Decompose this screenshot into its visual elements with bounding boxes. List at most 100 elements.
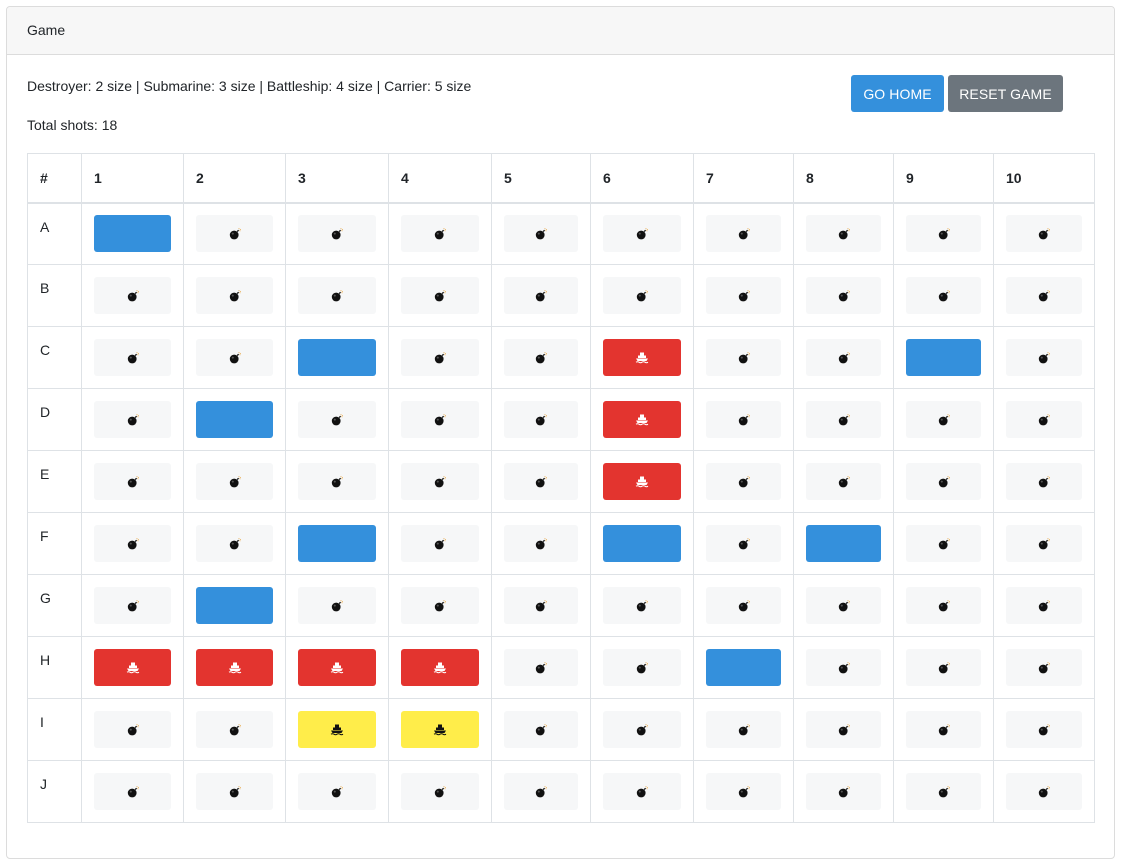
cell-button-d3[interactable] [298, 401, 376, 438]
cell-button-a7[interactable] [706, 215, 781, 253]
cell-miss-f6[interactable] [603, 525, 681, 562]
cell-button-i9[interactable] [906, 711, 981, 748]
cell-button-e4[interactable] [401, 463, 479, 500]
cell-miss-f8[interactable] [806, 525, 881, 562]
cell-miss-f3[interactable] [298, 525, 376, 562]
cell-button-c4[interactable] [401, 339, 479, 376]
cell-button-c8[interactable] [806, 339, 881, 376]
cell-button-b6[interactable] [603, 277, 681, 314]
cell-button-e1[interactable] [94, 463, 171, 500]
cell-hit-c6[interactable] [603, 339, 681, 376]
cell-button-e10[interactable] [1006, 463, 1082, 500]
cell-hit-d6[interactable] [603, 401, 681, 438]
cell-button-g1[interactable] [94, 587, 171, 624]
cell-button-g4[interactable] [401, 587, 479, 624]
cell-button-i6[interactable] [603, 711, 681, 748]
cell-button-i5[interactable] [504, 711, 578, 748]
cell-button-c7[interactable] [706, 339, 781, 376]
cell-button-i2[interactable] [196, 711, 273, 748]
cell-button-b3[interactable] [298, 277, 376, 314]
cell-button-a3[interactable] [298, 215, 376, 253]
cell-button-e9[interactable] [906, 463, 981, 500]
go-home-button[interactable]: GO HOME [851, 75, 944, 112]
cell-miss-g2[interactable] [196, 587, 273, 624]
cell-button-d1[interactable] [94, 401, 171, 438]
cell-button-a2[interactable] [196, 215, 273, 253]
cell-button-h5[interactable] [504, 649, 578, 686]
cell-hit-h4[interactable] [401, 649, 479, 686]
cell-button-e3[interactable] [298, 463, 376, 500]
cell-sunk-i4[interactable] [401, 711, 479, 748]
cell-button-j6[interactable] [603, 773, 681, 810]
cell-button-i1[interactable] [94, 711, 171, 748]
cell-button-b9[interactable] [906, 277, 981, 314]
cell-button-g5[interactable] [504, 587, 578, 624]
cell-button-i8[interactable] [806, 711, 881, 748]
cell-button-j3[interactable] [298, 773, 376, 810]
cell-miss-c3[interactable] [298, 339, 376, 376]
cell-button-a4[interactable] [401, 215, 479, 253]
cell-button-b5[interactable] [504, 277, 578, 314]
cell-button-j5[interactable] [504, 773, 578, 810]
cell-button-c2[interactable] [196, 339, 273, 376]
cell-button-a5[interactable] [504, 215, 578, 253]
cell-button-i7[interactable] [706, 711, 781, 748]
cell-button-h8[interactable] [806, 649, 881, 686]
cell-button-g10[interactable] [1006, 587, 1082, 624]
cell-button-d5[interactable] [504, 401, 578, 438]
cell-button-b1[interactable] [94, 277, 171, 314]
cell-button-d7[interactable] [706, 401, 781, 438]
cell-button-b10[interactable] [1006, 277, 1082, 314]
cell-button-c1[interactable] [94, 339, 171, 376]
cell-button-c5[interactable] [504, 339, 578, 376]
cell-button-a6[interactable] [603, 215, 681, 253]
cell-miss-d2[interactable] [196, 401, 273, 438]
cell-button-f10[interactable] [1006, 525, 1082, 562]
cell-sunk-i3[interactable] [298, 711, 376, 748]
cell-button-d9[interactable] [906, 401, 981, 438]
cell-button-b4[interactable] [401, 277, 479, 314]
cell-button-g9[interactable] [906, 587, 981, 624]
cell-button-h10[interactable] [1006, 649, 1082, 686]
cell-button-j1[interactable] [94, 773, 171, 810]
cell-button-f4[interactable] [401, 525, 479, 562]
cell-hit-e6[interactable] [603, 463, 681, 500]
cell-button-j8[interactable] [806, 773, 881, 810]
cell-button-h6[interactable] [603, 649, 681, 686]
cell-button-h9[interactable] [906, 649, 981, 686]
cell-button-d4[interactable] [401, 401, 479, 438]
cell-button-i10[interactable] [1006, 711, 1082, 748]
cell-button-e2[interactable] [196, 463, 273, 500]
cell-button-f9[interactable] [906, 525, 981, 562]
cell-hit-h2[interactable] [196, 649, 273, 686]
cell-button-g3[interactable] [298, 587, 376, 624]
cell-button-a9[interactable] [906, 215, 981, 253]
cell-button-g7[interactable] [706, 587, 781, 624]
cell-button-j9[interactable] [906, 773, 981, 810]
cell-button-j10[interactable] [1006, 773, 1082, 810]
cell-button-b8[interactable] [806, 277, 881, 314]
cell-button-f2[interactable] [196, 525, 273, 562]
cell-button-f1[interactable] [94, 525, 171, 562]
cell-button-f5[interactable] [504, 525, 578, 562]
reset-game-button[interactable]: RESET GAME [948, 75, 1063, 112]
cell-miss-h7[interactable] [706, 649, 781, 686]
cell-miss-a1[interactable] [94, 215, 171, 253]
cell-miss-c9[interactable] [906, 339, 981, 376]
cell-button-b2[interactable] [196, 277, 273, 314]
cell-button-j4[interactable] [401, 773, 479, 810]
cell-button-d10[interactable] [1006, 401, 1082, 438]
cell-button-e5[interactable] [504, 463, 578, 500]
cell-button-g8[interactable] [806, 587, 881, 624]
cell-button-f7[interactable] [706, 525, 781, 562]
cell-button-d8[interactable] [806, 401, 881, 438]
cell-button-j7[interactable] [706, 773, 781, 810]
cell-button-g6[interactable] [603, 587, 681, 624]
cell-button-c10[interactable] [1006, 339, 1082, 376]
cell-button-j2[interactable] [196, 773, 273, 810]
cell-hit-h1[interactable] [94, 649, 171, 686]
cell-hit-h3[interactable] [298, 649, 376, 686]
cell-button-e8[interactable] [806, 463, 881, 500]
cell-button-a10[interactable] [1006, 215, 1082, 253]
cell-button-b7[interactable] [706, 277, 781, 314]
